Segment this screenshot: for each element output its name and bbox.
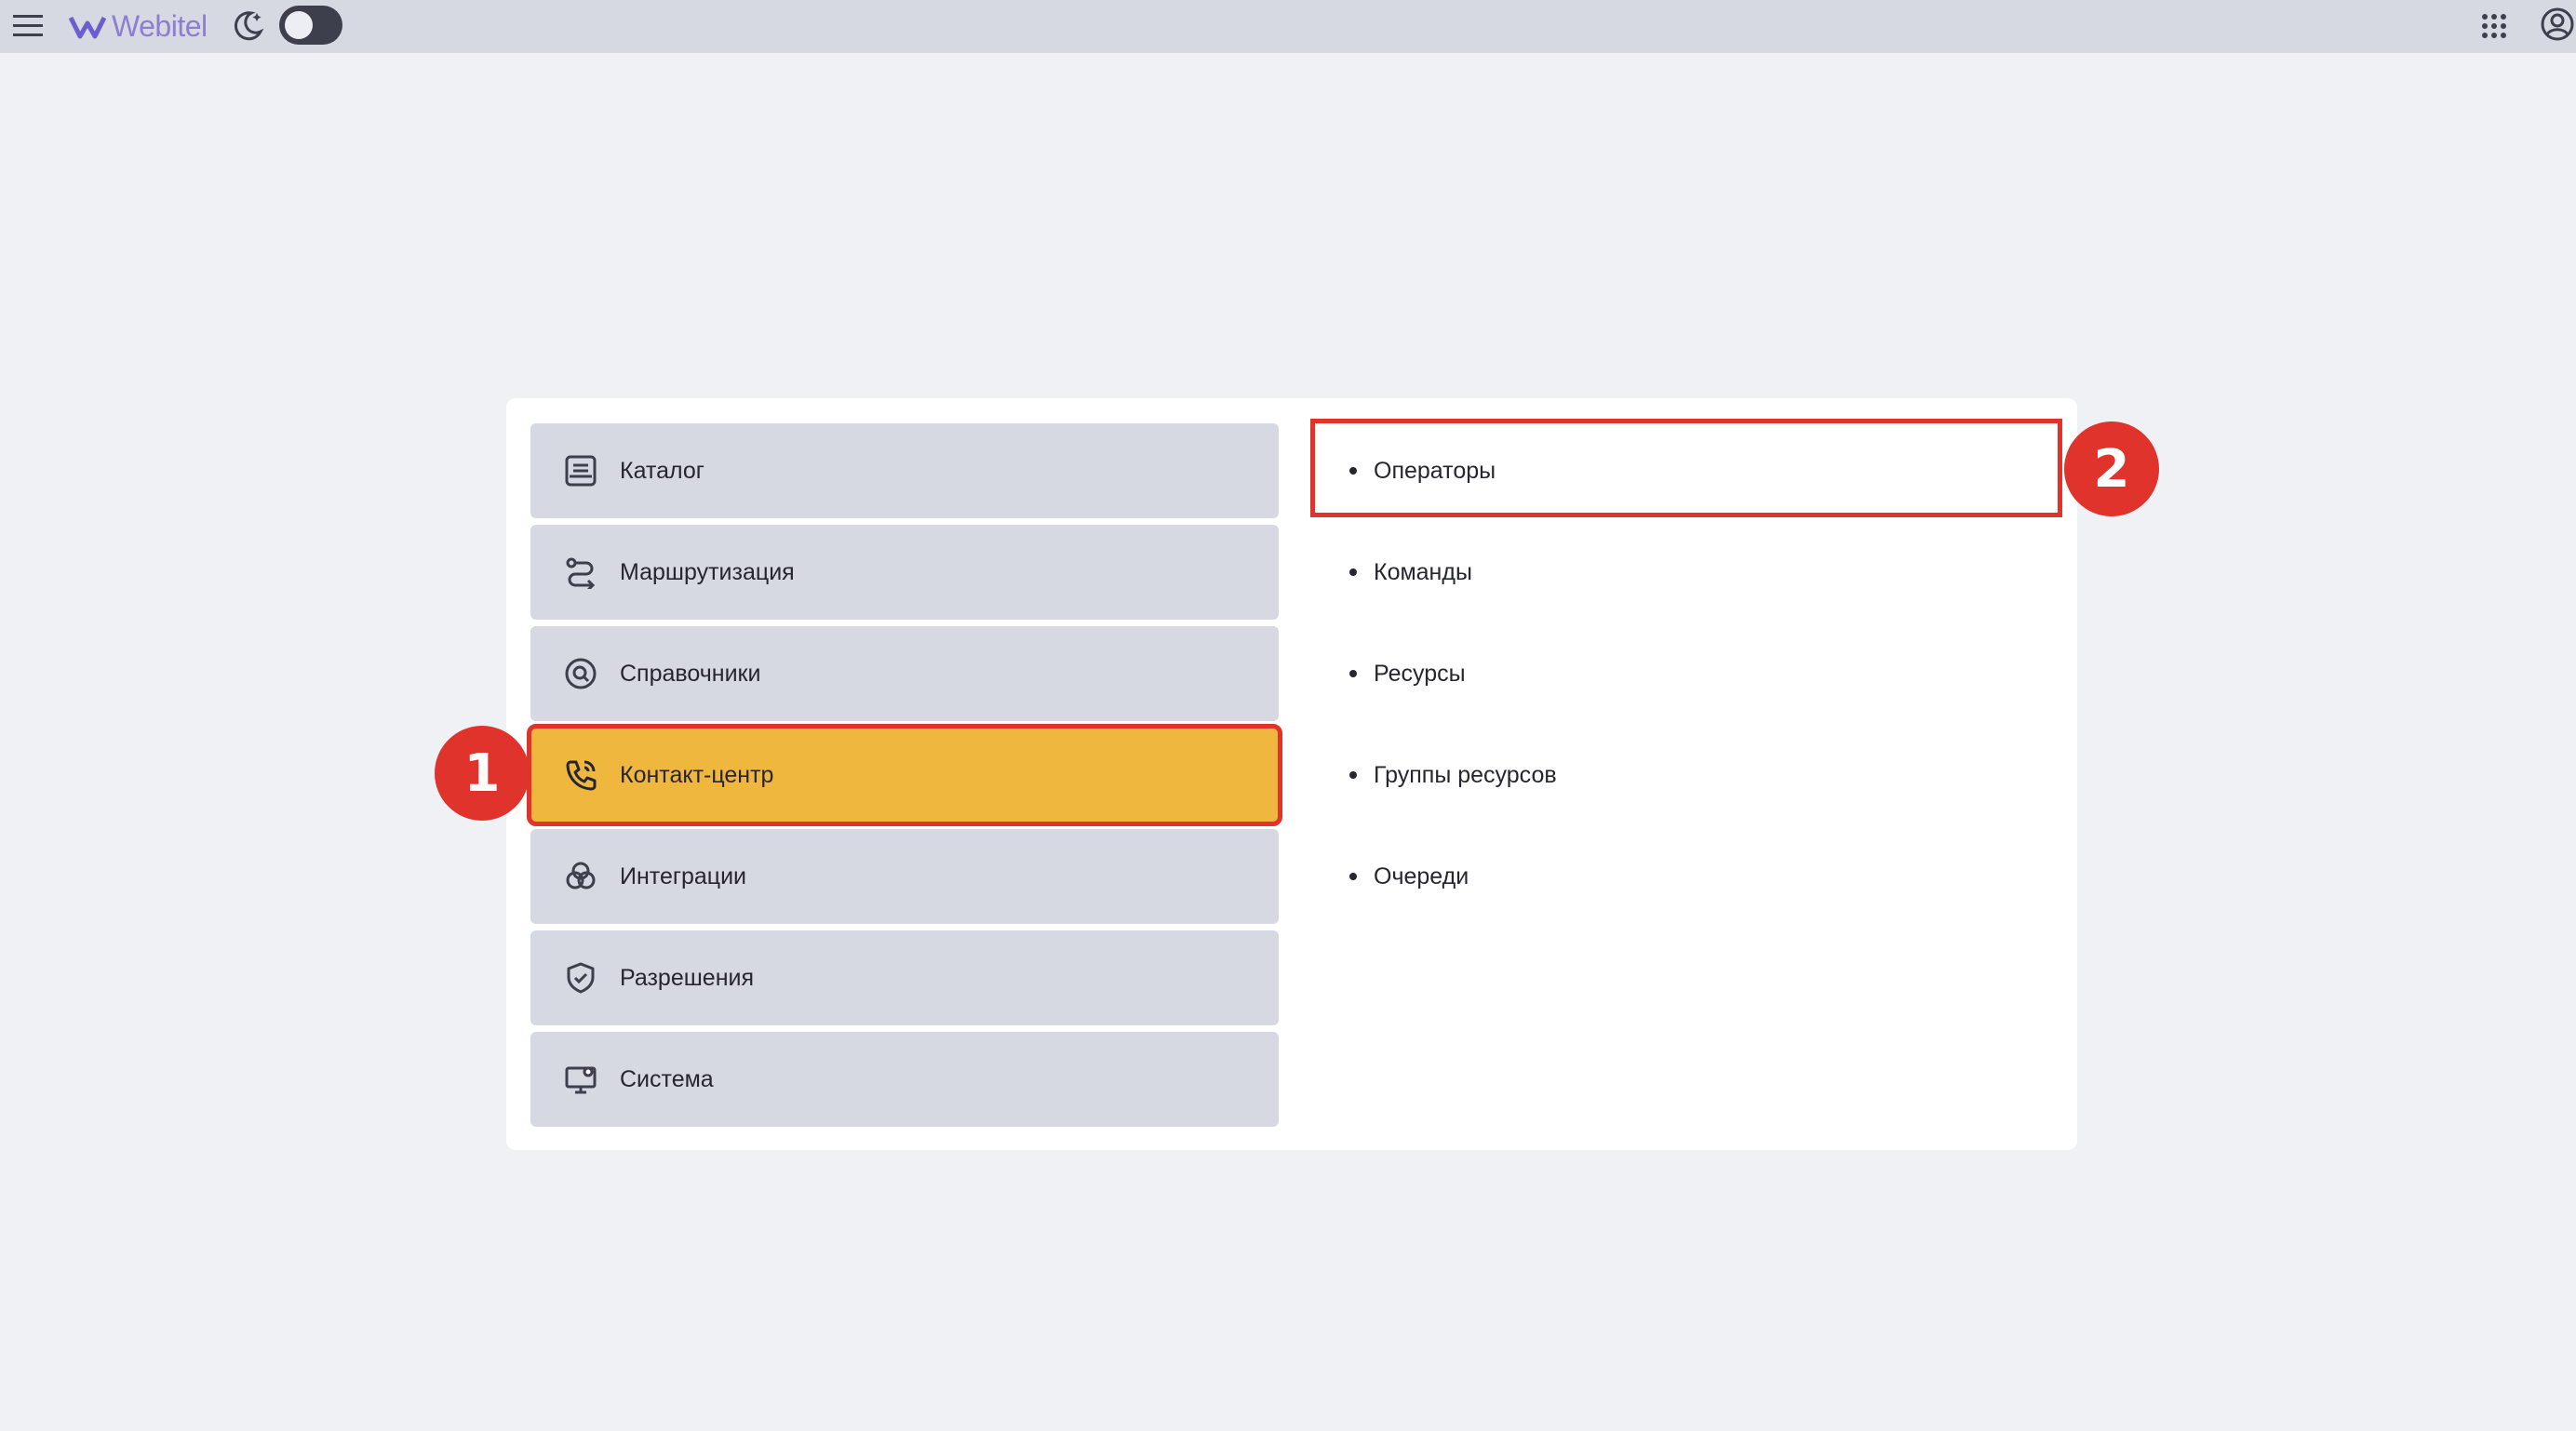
system-icon xyxy=(562,1061,599,1098)
catalog-icon xyxy=(562,452,599,489)
menu-item-label: Система xyxy=(620,1065,714,1092)
submenu-item-queues[interactable]: Очереди xyxy=(1349,829,1469,924)
bullet-icon xyxy=(1349,670,1357,677)
menu-item-integrations[interactable]: Интеграции xyxy=(530,829,1279,924)
submenu-item-label: Ресурсы xyxy=(1374,660,1466,687)
menu-item-system[interactable]: Система xyxy=(530,1032,1279,1127)
directory-icon xyxy=(562,655,599,692)
hamburger-icon[interactable] xyxy=(11,9,45,43)
brand-logo[interactable]: Webitel xyxy=(69,6,208,47)
submenu-item-label: Группы ресурсов xyxy=(1374,761,1557,788)
menu-item-label: Каталог xyxy=(620,457,704,484)
step-marker-1: 1 xyxy=(435,726,530,821)
menu-item-directories[interactable]: Справочники xyxy=(530,626,1279,721)
menu-item-label: Контакт-центр xyxy=(620,761,774,788)
submenu-item-resource-groups[interactable]: Группы ресурсов xyxy=(1349,728,1557,822)
menu-item-label: Разрешения xyxy=(620,964,755,991)
theme-toggle[interactable] xyxy=(279,6,342,45)
brand-name: Webitel xyxy=(112,8,208,43)
operators-highlight-box xyxy=(1310,419,2062,517)
submenu-item-label: Очереди xyxy=(1374,863,1469,889)
integrations-icon xyxy=(562,858,599,895)
moon-icon[interactable] xyxy=(229,7,266,45)
routing-icon xyxy=(562,554,599,591)
menu-item-catalog[interactable]: Каталог xyxy=(530,423,1279,518)
submenu-item-label: Команды xyxy=(1374,558,1472,585)
shield-icon xyxy=(562,959,599,996)
bullet-icon xyxy=(1349,771,1357,779)
toggle-knob xyxy=(285,11,313,39)
submenu-item-resources[interactable]: Ресурсы xyxy=(1349,626,1466,721)
menu-item-label: Справочники xyxy=(620,660,761,687)
menu-item-label: Интеграции xyxy=(620,863,747,889)
step-marker-2: 2 xyxy=(2064,421,2159,516)
bullet-icon xyxy=(1349,568,1357,576)
account-icon[interactable] xyxy=(2539,6,2576,43)
submenu-item-teams[interactable]: Команды xyxy=(1349,525,1472,620)
apps-grid-icon[interactable] xyxy=(2477,9,2511,43)
menu-item-routing[interactable]: Маршрутизация xyxy=(530,525,1279,620)
bullet-icon xyxy=(1349,873,1357,880)
top-bar: Webitel xyxy=(0,0,2576,53)
phone-icon xyxy=(562,756,599,794)
webitel-logo-icon xyxy=(69,16,106,39)
menu-item-permissions[interactable]: Разрешения xyxy=(530,930,1279,1025)
menu-item-label: Маршрутизация xyxy=(620,558,795,585)
menu-item-contact-center[interactable]: Контакт-центр xyxy=(527,724,1282,826)
